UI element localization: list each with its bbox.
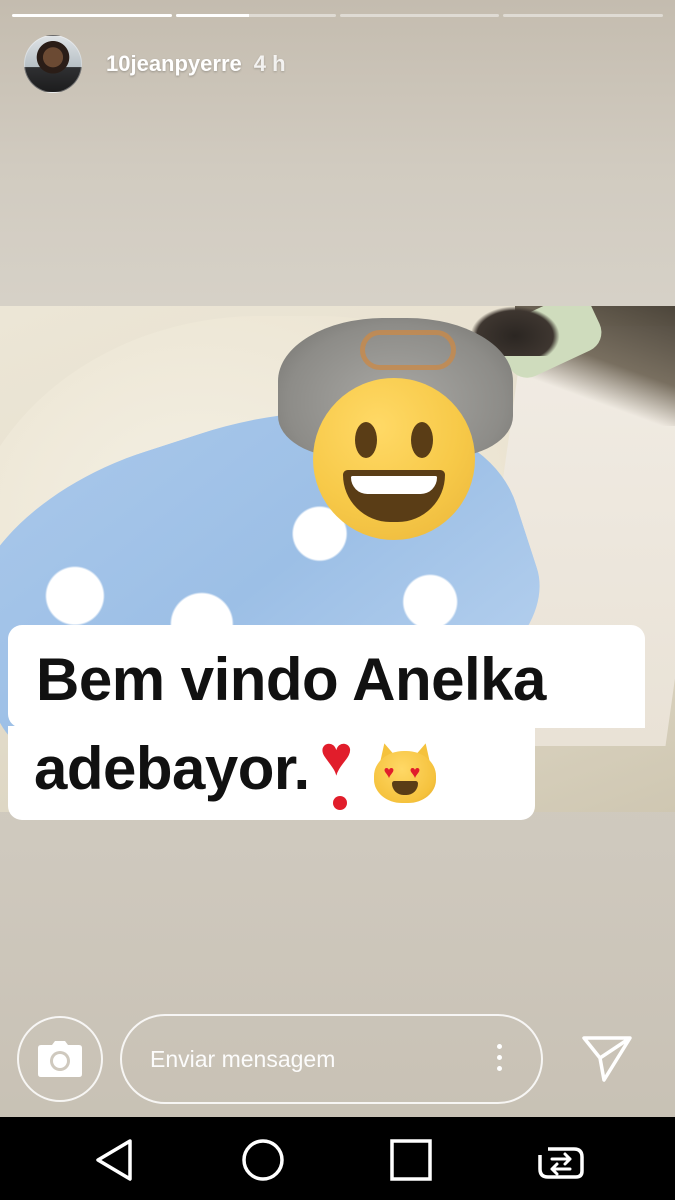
caption-text-2: adebayor. bbox=[34, 735, 310, 802]
recents-square-icon bbox=[390, 1139, 432, 1181]
nav-back-button[interactable] bbox=[90, 1135, 140, 1185]
caption-text-2-wrap: adebayor.♥ ♥ bbox=[34, 728, 436, 811]
sticker-right-eye bbox=[411, 422, 433, 458]
time-ago: 4 h bbox=[253, 51, 286, 76]
story-header: 10jeanpyerre 4 h bbox=[24, 34, 286, 94]
more-vertical-icon[interactable] bbox=[492, 1044, 506, 1074]
progress-segment-3 bbox=[339, 14, 500, 17]
caption-line-2: adebayor.♥ ♥ bbox=[8, 726, 535, 820]
avatar[interactable] bbox=[24, 35, 82, 93]
camera-icon bbox=[38, 1041, 82, 1077]
nav-home-button[interactable] bbox=[238, 1135, 288, 1185]
cat-heart-eye-left: ♥ bbox=[383, 762, 395, 783]
cat-heart-eye-right: ♥ bbox=[409, 762, 421, 783]
send-button[interactable] bbox=[580, 1034, 634, 1084]
progress-fill-1 bbox=[12, 14, 172, 17]
message-input[interactable] bbox=[150, 1016, 480, 1102]
caption-line-1: Bem vindo Anelka bbox=[8, 625, 645, 728]
progress-segment-1 bbox=[12, 14, 172, 17]
sticker-mouth bbox=[343, 470, 445, 522]
home-circle-icon bbox=[242, 1139, 284, 1181]
message-field[interactable] bbox=[120, 1014, 543, 1104]
heart-eyes-cat-icon: ♥ ♥ bbox=[373, 740, 436, 804]
nav-switch-button[interactable] bbox=[534, 1135, 584, 1185]
system-navbar bbox=[0, 1117, 675, 1200]
grinning-face-sticker bbox=[313, 378, 475, 540]
heart-exclamation-icon bbox=[320, 728, 362, 811]
progress-segment-2 bbox=[175, 14, 336, 17]
sticker-left-eye bbox=[355, 422, 377, 458]
switch-apps-icon bbox=[538, 1147, 584, 1179]
back-triangle-icon bbox=[96, 1139, 132, 1181]
caption-text-1: Bem vindo Anelka bbox=[36, 646, 546, 713]
photo-hat-pattern bbox=[360, 330, 456, 370]
username[interactable]: 10jeanpyerre bbox=[106, 51, 242, 77]
camera-button[interactable] bbox=[17, 1016, 103, 1102]
send-icon bbox=[582, 1036, 632, 1082]
story-progress bbox=[12, 14, 663, 17]
nav-recents-button[interactable] bbox=[386, 1135, 436, 1185]
progress-segment-4 bbox=[503, 14, 663, 17]
progress-fill-2 bbox=[175, 14, 250, 17]
